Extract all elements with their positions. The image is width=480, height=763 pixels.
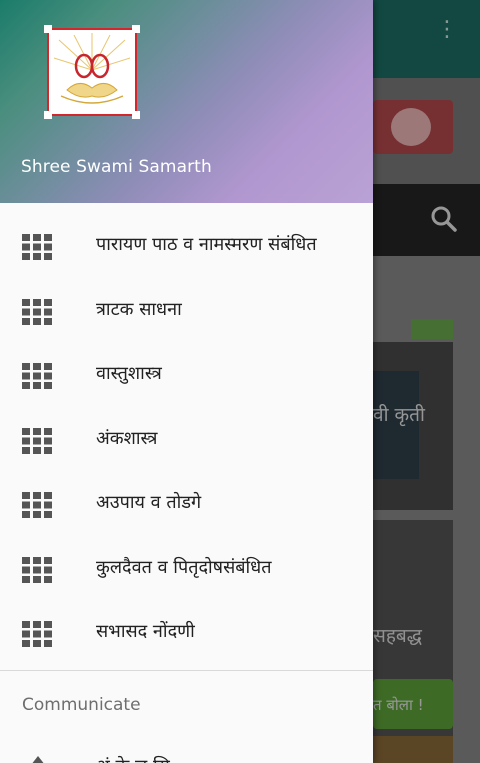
communicate-item-label: अं के ल सि — [96, 754, 170, 763]
communicate-section-title: Communicate — [22, 695, 141, 715]
logo-corner — [132, 111, 140, 119]
menu-item-label: अउपाय व तोडगे — [96, 492, 202, 513]
lotus-feet-icon — [53, 33, 131, 104]
grid-icon — [22, 492, 52, 518]
navigation-drawer: Shree Swami Samarth पारायण पाठ व नामस्मर… — [0, 0, 373, 763]
section-divider — [0, 670, 373, 671]
menu-item-label: कुलदैवत व पितृदोषसंबंधित — [96, 556, 272, 578]
profile-name: Shree Swami Samarth — [21, 157, 212, 177]
app-logo — [44, 25, 140, 119]
grid-icon — [22, 234, 52, 260]
menu-item-label: पारायण पाठ व नामस्मरण संबंधित — [96, 234, 317, 255]
drawer-menu: पारायण पाठ व नामस्मरण संबंधित त्राटक साध… — [0, 212, 373, 664]
grid-icon — [22, 427, 52, 454]
menu-item-label: वास्तुशास्त्र — [96, 363, 162, 384]
menu-item-label: सभासद नोंदणी — [96, 621, 195, 642]
grid-icon — [22, 621, 52, 647]
menu-item-ankshastra[interactable]: अंकशास्त्र — [0, 406, 373, 471]
menu-item-kuldaivat[interactable]: कुलदैवत व पितृदोषसंबंधित — [0, 535, 373, 600]
communicate-item[interactable]: अं के ल सि — [0, 744, 373, 763]
menu-item-parayan[interactable]: पारायण पाठ व नामस्मरण संबंधित — [0, 212, 373, 277]
logo-corner — [132, 25, 140, 33]
menu-item-label: अंकशास्त्र — [96, 427, 158, 449]
drawer-header: Shree Swami Samarth — [0, 0, 373, 203]
logo-corner — [44, 25, 52, 33]
menu-item-sabhasad[interactable]: सभासद नोंदणी — [0, 599, 373, 664]
menu-item-vastushastra[interactable]: वास्तुशास्त्र — [0, 341, 373, 406]
logo-corner — [44, 111, 52, 119]
grid-icon — [22, 298, 52, 325]
share-icon — [32, 756, 44, 763]
menu-item-tratak[interactable]: त्राटक साधना — [0, 277, 373, 342]
menu-item-upay[interactable]: अउपाय व तोडगे — [0, 470, 373, 535]
menu-item-label: त्राटक साधना — [96, 298, 182, 320]
grid-icon — [22, 363, 52, 389]
grid-icon — [22, 556, 52, 583]
